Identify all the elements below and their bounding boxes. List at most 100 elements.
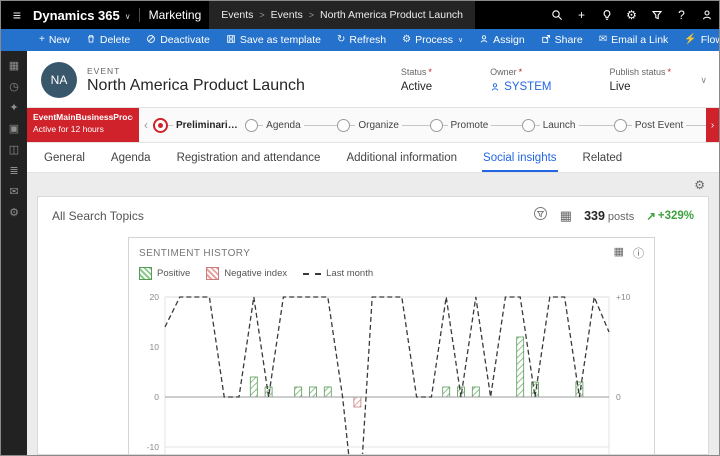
required-asterisk: * [519,67,523,77]
top-navigation-bar: ≡ Dynamics 365 ∨ Marketing Events > Even… [1,1,719,29]
header-fields: Status* Active Owner* SYSTEM Publish sta… [401,67,705,93]
app-title[interactable]: Dynamics 365 [33,8,120,23]
tab-agenda[interactable]: Agenda [110,146,152,172]
trend-value: +329% [658,210,694,222]
stage-circle[interactable] [245,119,258,132]
svg-text:-10: -10 [147,442,160,452]
hamburger-menu-icon[interactable]: ≡ [1,7,33,23]
stage-agenda[interactable]: Agenda [245,119,337,132]
new-button[interactable]: + New [31,29,78,51]
nav-lists-icon[interactable]: ≣ [9,166,18,177]
app-window: ≡ Dynamics 365 ∨ Marketing Events > Even… [0,0,720,456]
command-bar: + New Delete Deactivate Save as template… [1,29,719,51]
nav-customers-icon[interactable]: ◫ [9,145,19,156]
nav-settings-icon[interactable]: ⚙ [9,208,19,219]
header-collapse-chevron-icon[interactable]: ∨ [700,75,707,86]
nav-email-icon[interactable]: ✉ [9,187,18,198]
process-button[interactable]: ⚙ Process ∨ [394,29,471,51]
widget-info-icon[interactable]: ⓘ [633,245,644,261]
stage-circle[interactable] [337,119,350,132]
breadcrumb-item[interactable]: Events [271,9,303,21]
share-button[interactable]: Share [533,29,591,51]
breadcrumb-separator: > [309,10,314,20]
process-back-chevron[interactable]: ‹ [139,118,153,132]
chart-legend: Positive Negative index Last month [129,264,654,287]
tab-related[interactable]: Related [582,146,624,172]
filter-icon[interactable] [644,1,669,29]
widget-grid-icon[interactable]: ▦ [614,245,624,261]
nav-events-icon[interactable]: ▣ [9,124,19,135]
owner-field: Owner* SYSTEM [490,67,551,93]
legend-negative-index[interactable]: Negative index [206,267,287,280]
search-icon[interactable] [544,1,569,29]
svg-text:0: 0 [616,392,621,402]
topic-filter-icon[interactable] [533,206,548,226]
save-as-template-button[interactable]: Save as template [218,29,329,51]
email-a-link-button[interactable]: ✉ Email a Link [591,29,677,51]
stage-circle[interactable] [430,119,443,132]
breadcrumb-item[interactable]: Events [221,9,253,21]
legend-positive[interactable]: Positive [139,267,190,280]
social-insights-card: All Search Topics ▦ 339posts ↗ +3 [37,196,709,455]
publish-status-field: Publish status* Live [609,67,671,93]
dashboard-settings-gear-icon[interactable]: ⚙ [694,178,705,194]
topbar-divider [139,8,140,22]
stage-circle[interactable] [522,119,535,132]
stage-circle[interactable] [614,119,627,132]
search-topics-label[interactable]: All Search Topics [52,209,144,223]
posts-count: 339 [584,209,605,223]
breadcrumb-item-current[interactable]: North America Product Launch [320,9,463,21]
stage-organize[interactable]: Organize [337,119,429,132]
lightbulb-icon[interactable] [594,1,619,29]
page-title: North America Product Launch [87,77,305,95]
tab-general[interactable]: General [43,146,86,172]
nav-pinned-icon[interactable]: ✦ [9,103,18,114]
grid-view-icon[interactable]: ▦ [560,208,572,224]
stage-launch[interactable]: Launch [522,119,614,132]
topbar-icons: + ⚙ ? [544,1,719,29]
owner-value-link[interactable]: SYSTEM [490,81,551,93]
sentiment-history-widget: SENTIMENT HISTORY ▦ ⓘ Positive [128,237,655,455]
stage-post-event[interactable]: Post Event [614,119,706,132]
stage-promote[interactable]: Promote [430,119,522,132]
email-icon: ✉ [599,35,607,45]
negative-swatch-icon [206,267,219,280]
card-header: All Search Topics ▦ 339posts ↗ +3 [38,197,708,231]
status-value[interactable]: Active [401,81,432,93]
flow-icon: ⚡ [684,35,696,45]
help-icon[interactable]: ? [669,1,694,29]
record-tabs: General Agenda Registration and attendan… [27,143,719,173]
flow-button[interactable]: ⚡ Flow ∨ [676,29,720,51]
delete-button[interactable]: Delete [78,29,138,51]
stage-circle-active[interactable] [153,118,168,133]
quick-create-icon[interactable]: + [569,1,594,29]
left-nav-rail: ▦ ◷ ✦ ▣ ◫ ≣ ✉ ⚙ [1,51,27,455]
stage-preliminaries[interactable]: Preliminaries (12 Hrs) [153,118,245,133]
settings-gear-icon[interactable]: ⚙ [619,1,644,29]
sentiment-chart-svg: 20100-10+100 [129,287,654,455]
svg-text:0: 0 [154,392,159,402]
status-field: Status* Active [401,67,432,93]
app-switcher-caret-icon[interactable]: ∨ [125,12,131,21]
tab-additional-information[interactable]: Additional information [345,146,458,172]
deactivate-button[interactable]: Deactivate [138,29,218,51]
dashed-line-swatch-icon [303,273,321,275]
tab-registration-and-attendance[interactable]: Registration and attendance [176,146,322,172]
area-title[interactable]: Marketing [149,8,202,22]
person-icon [490,82,500,92]
legend-last-month[interactable]: Last month [303,268,373,279]
posts-label: posts [608,211,634,223]
user-account-icon[interactable] [694,1,719,29]
chevron-down-icon: ∨ [458,36,463,44]
process-next-chevron[interactable]: › [706,108,719,142]
process-gear-icon: ⚙ [402,35,411,45]
nav-recent-icon[interactable]: ◷ [9,82,19,93]
publish-status-value[interactable]: Live [609,81,671,93]
nav-dashboards-icon[interactable]: ▦ [9,61,19,72]
process-name-box[interactable]: EventMainBusinessProce... Active for 12 … [27,108,139,142]
widget-title: SENTIMENT HISTORY [139,248,250,259]
svg-text:20: 20 [150,292,160,302]
refresh-button[interactable]: ↻ Refresh [329,29,394,51]
tab-social-insights[interactable]: Social insights [482,146,558,172]
assign-button[interactable]: Assign [471,29,533,51]
